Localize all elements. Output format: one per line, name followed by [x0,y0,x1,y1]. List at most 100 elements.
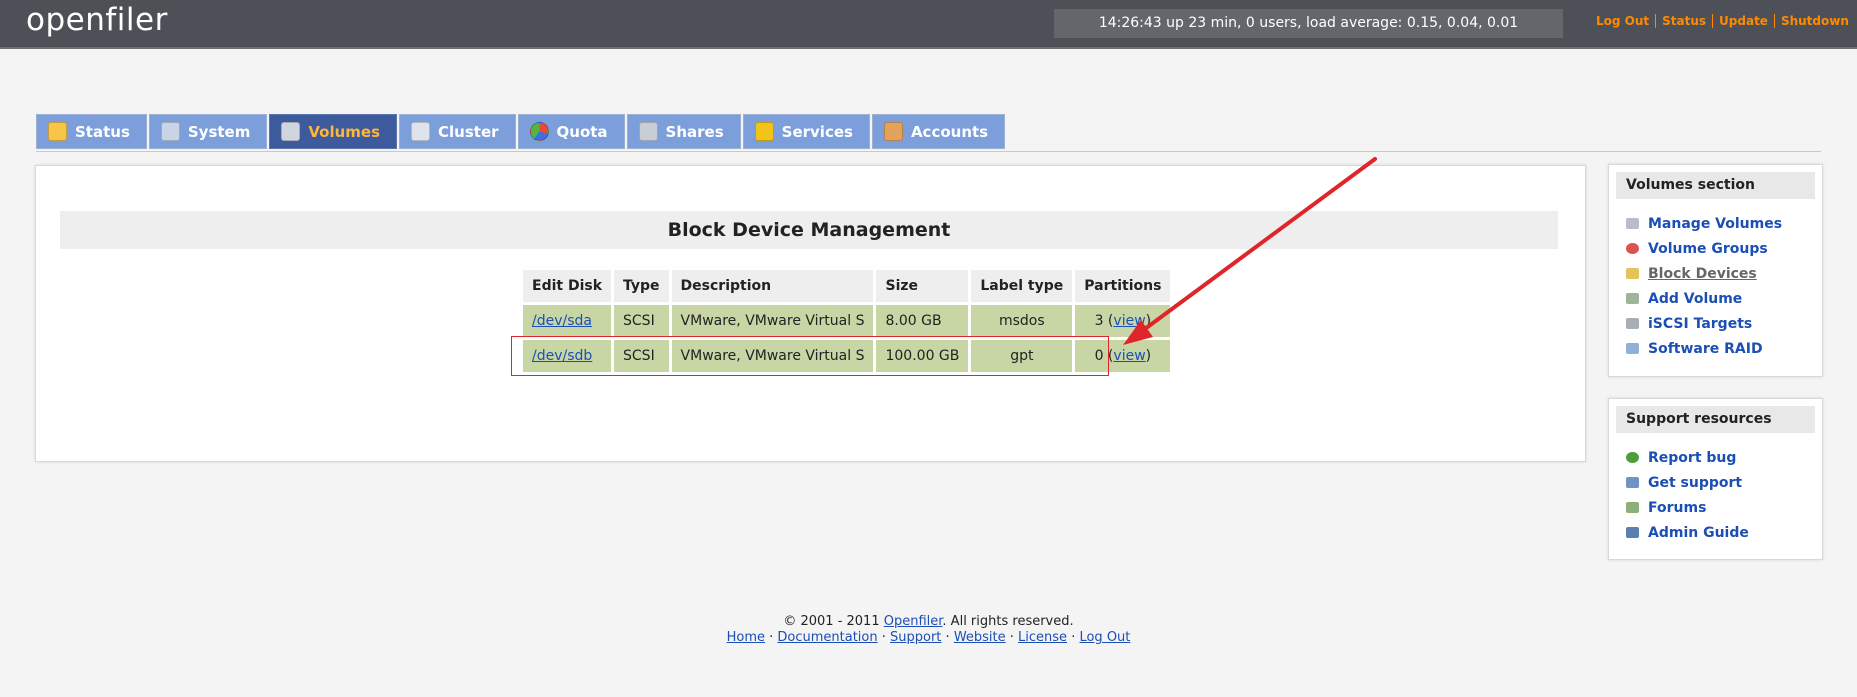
uptime-status: 14:26:43 up 23 min, 0 users, load averag… [1054,9,1563,38]
sidebar-item-get-support[interactable]: Get support [1626,470,1822,495]
sidebar-item-label[interactable]: Volume Groups [1648,241,1768,257]
top-links: Log Out Status Update Shutdown [1596,14,1855,28]
sidebar-item-volume-groups[interactable]: Volume Groups [1626,236,1822,261]
partitions-count: 3 [1094,313,1104,329]
edit-disk-link[interactable]: /dev/sda [532,313,592,329]
view-partitions-link[interactable]: view [1113,348,1145,364]
highlight-box [511,336,1109,376]
sidebar-item-add-volume[interactable]: Add Volume [1626,286,1822,311]
volumes-section-box: Volumes section Manage Volumes Volume Gr… [1608,164,1823,377]
openfiler-logo[interactable]: openfiler [26,2,168,38]
tab-status[interactable]: Status [36,114,147,149]
table-row: /dev/sda SCSI VMware, VMware Virtual S 8… [523,305,1171,337]
lightning-icon [754,122,774,141]
openfiler-link[interactable]: Openfiler [884,614,943,629]
copyright: © 2001 - 2011 Openfiler. All rights rese… [0,614,1857,630]
sun-cloud-icon [48,122,67,141]
sidebar-item-manage-volumes[interactable]: Manage Volumes [1626,211,1822,236]
volumes-section-title: Volumes section [1616,172,1815,199]
book-icon [1626,527,1639,538]
footer-license-link[interactable]: License [1018,630,1067,645]
main-tabs: Status System Volumes Cluster Quota Shar… [36,114,1006,151]
top-bar: openfiler 14:26:43 up 23 min, 0 users, l… [0,0,1857,49]
disk-icon [1626,218,1639,229]
sidebar-item-label[interactable]: Manage Volumes [1648,216,1782,232]
sidebar-item-label[interactable]: Forums [1648,500,1706,516]
column-header: Partitions [1075,270,1171,302]
sidebar-item-label[interactable]: Report bug [1648,450,1736,466]
page-title: Block Device Management [60,211,1558,249]
sidebar-item-report-bug[interactable]: Report bug [1626,445,1822,470]
column-header: Type [614,270,669,302]
footer-website-link[interactable]: Website [954,630,1006,645]
tab-label: System [187,122,251,141]
support-resources-box: Support resources Report bug Get support… [1608,398,1823,560]
tab-quota[interactable]: Quota [517,114,625,149]
add-disk-icon [1626,293,1639,304]
sidebar-item-iscsi-targets[interactable]: iSCSI Targets [1626,311,1822,336]
tab-label: Accounts [910,122,989,141]
shutdown-link[interactable]: Shutdown [1773,14,1855,28]
column-header: Size [876,270,969,302]
description-cell: VMware, VMware Virtual S [671,305,874,337]
volume-groups-icon [1626,243,1639,254]
sidebar-item-admin-guide[interactable]: Admin Guide [1626,520,1822,545]
footer-documentation-link[interactable]: Documentation [777,630,877,645]
footer-links: Home · Documentation · Support · Website… [726,630,1131,645]
footer-support-link[interactable]: Support [890,630,941,645]
main-panel: Block Device Management Edit Disk Type D… [35,165,1586,462]
tab-label: Quota [556,122,608,141]
tab-services[interactable]: Services [742,114,870,149]
users-icon [883,122,903,141]
partitions-cell: 3 (view) [1075,305,1171,337]
footer-logout-link[interactable]: Log Out [1079,630,1130,645]
sidebar-item-label[interactable]: iSCSI Targets [1648,316,1752,332]
tab-cluster[interactable]: Cluster [399,114,516,149]
sidebar-item-block-devices[interactable]: Block Devices [1626,261,1822,286]
sidebar-item-label[interactable]: Admin Guide [1648,525,1749,541]
footer-home-link[interactable]: Home [727,630,765,645]
column-header: Edit Disk [523,270,612,302]
tab-label: Shares [665,122,724,141]
server-icon [638,122,658,141]
tab-divider [36,151,1821,152]
pie-chart-icon [529,122,549,141]
view-partitions-link[interactable]: view [1113,313,1145,329]
cluster-icon [411,122,431,141]
tab-system[interactable]: System [148,114,268,149]
disk-cell: /dev/sda [523,305,612,337]
size-cell: 8.00 GB [876,305,969,337]
tab-label: Volumes [308,122,381,141]
sidebar-item-software-raid[interactable]: Software RAID [1626,336,1822,361]
tab-shares[interactable]: Shares [626,114,741,149]
tab-label: Cluster [438,122,499,141]
support-resources-title: Support resources [1616,406,1815,433]
footer: © 2001 - 2011 Openfiler. All rights rese… [0,614,1857,646]
sidebar-item-label[interactable]: Get support [1648,475,1742,491]
update-link[interactable]: Update [1712,14,1774,28]
support-icon [1626,477,1639,488]
status-link[interactable]: Status [1655,14,1713,28]
support-menu: Report bug Get support Forums Admin Guid… [1609,445,1822,545]
tab-label: Services [781,122,853,141]
logout-link[interactable]: Log Out [1596,14,1655,28]
column-header: Description [671,270,874,302]
sidebar-item-label[interactable]: Add Volume [1648,291,1742,307]
table-header-row: Edit Disk Type Description Size Label ty… [523,270,1171,302]
disk-icon [281,122,301,141]
tab-volumes[interactable]: Volumes [269,114,398,149]
copyright-prefix: © 2001 - 2011 [783,614,880,629]
block-device-icon [1626,268,1639,279]
tab-accounts[interactable]: Accounts [871,114,1006,149]
label-type-cell: msdos [971,305,1073,337]
sidebar-item-forums[interactable]: Forums [1626,495,1822,520]
iscsi-icon [1626,318,1639,329]
type-cell: SCSI [614,305,669,337]
raid-icon [1626,343,1639,354]
copyright-suffix: . All rights reserved. [942,614,1074,629]
sidebar-item-label[interactable]: Software RAID [1648,341,1763,357]
forums-icon [1626,502,1639,513]
column-header: Label type [971,270,1073,302]
volumes-menu: Manage Volumes Volume Groups Block Devic… [1609,211,1822,361]
sidebar-item-label[interactable]: Block Devices [1648,266,1757,282]
